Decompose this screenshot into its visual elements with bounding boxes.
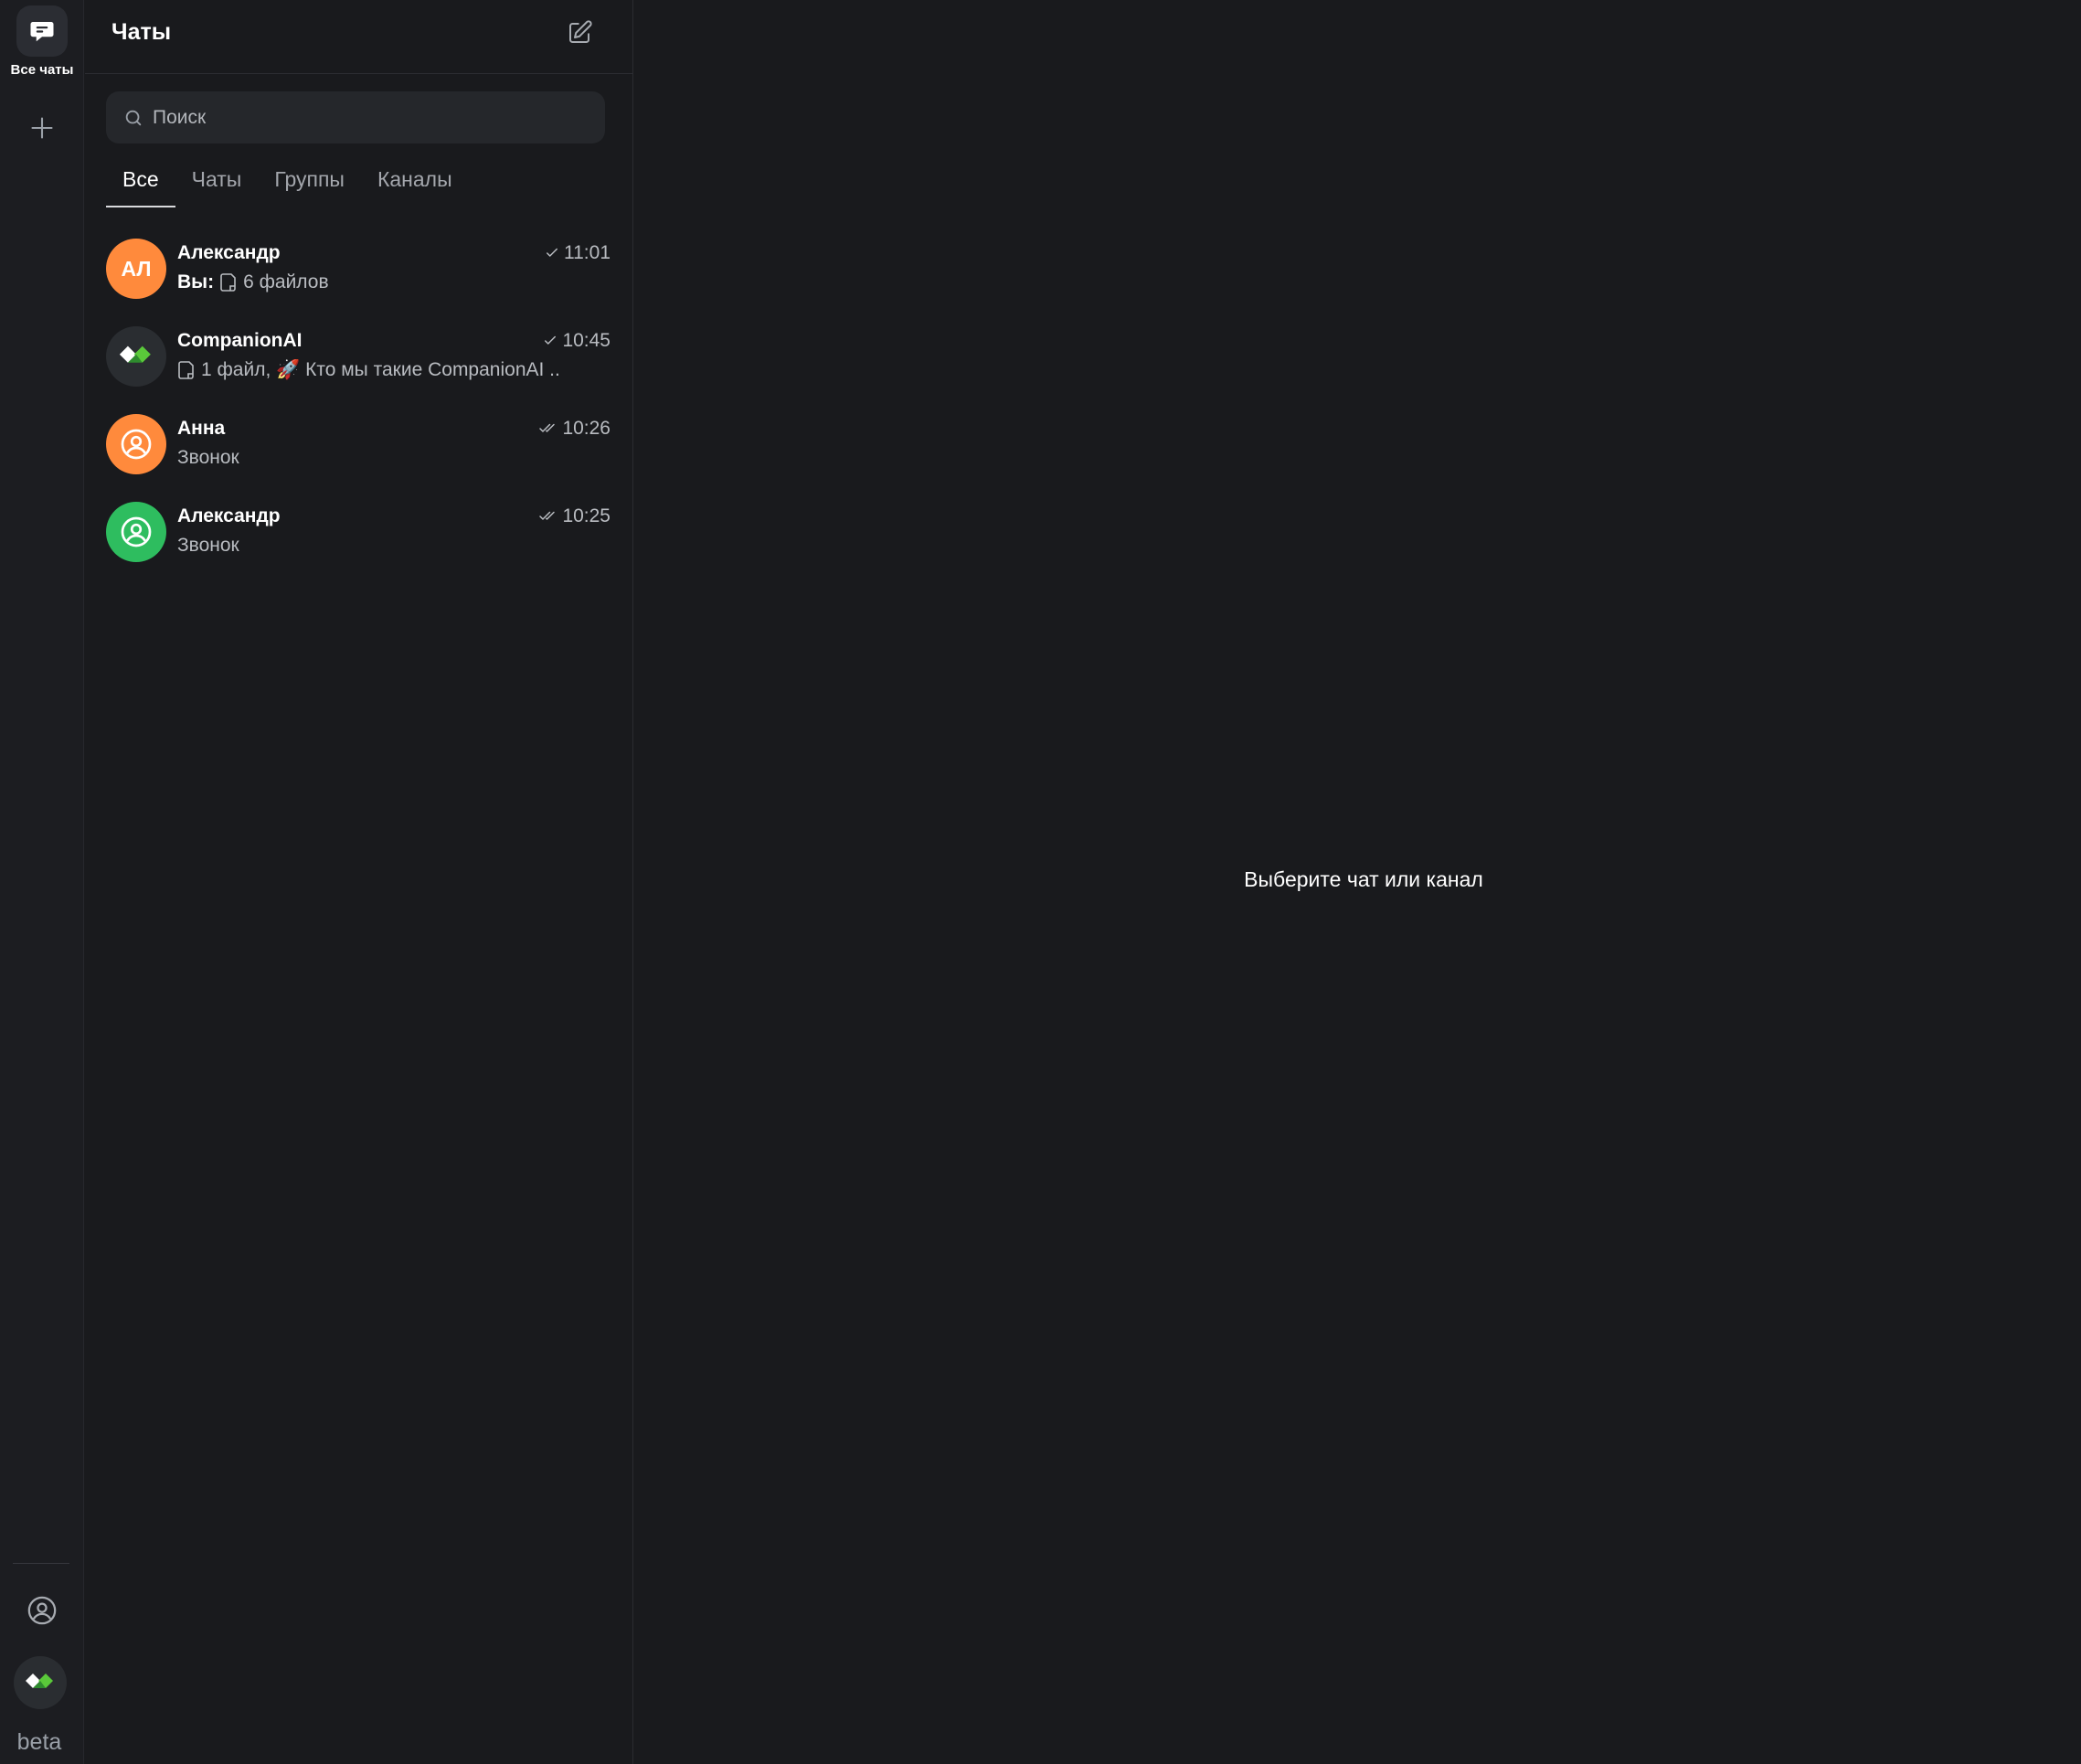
chat-name: Анна [177,418,226,439]
chat-meta: 10:45 [542,330,610,352]
chat-list: АЛ Александр 11:01 Вы: 6 файлов Companio… [85,231,633,582]
avatar [106,502,166,562]
page-title: Чаты [111,19,172,45]
chat-meta: 11:01 [544,242,610,264]
preview-text: 6 файлов [243,271,329,292]
tab-all[interactable]: Все [106,167,175,207]
avatar [106,326,166,387]
companion-logo-icon [119,345,151,363]
chat-name: Александр [177,242,281,263]
single-check-icon [545,335,557,345]
tab-groups[interactable]: Группы [258,167,361,207]
search-icon [125,110,142,125]
double-check-icon [539,423,556,432]
profile-button[interactable] [20,1589,64,1632]
chat-meta: 10:25 [538,505,610,527]
file-icon [178,361,194,379]
chat-list-item[interactable]: CompanionAI 10:45 1 файл, 🚀 Кто мы такие… [85,319,633,407]
compose-icon [569,20,592,43]
chat-list-panel: Чаты Все Чаты Группы Каналы [85,0,633,1764]
filter-tabs: Все Чаты Группы Каналы [106,167,469,207]
messenger-app: Все чаты beta Чаты Поиск Все Чаты Группы… [0,0,2081,1764]
chat-bubble-icon [16,5,68,57]
avatar [106,414,166,474]
tab-chats[interactable]: Чаты [175,167,259,207]
user-circle-icon [27,1596,57,1625]
chat-time: 10:25 [562,505,610,526]
chat-time: 10:45 [562,330,610,351]
rail-all-chats-label: Все чаты [10,62,74,78]
chat-meta: 10:26 [538,418,610,440]
double-check-icon [539,511,556,520]
compose-button[interactable] [563,16,596,49]
chat-time: 11:01 [564,242,610,263]
chat-preview: 1 файл, 🚀 Кто мы такие CompanionAI ... [177,359,561,381]
companion-logo-button[interactable] [14,1656,67,1709]
chat-list-item[interactable]: АЛ Александр 11:01 Вы: 6 файлов [85,231,633,319]
chat-name: Александр [177,505,281,526]
chat-preview: Звонок [177,447,561,469]
conversation-area: Выберите чат или канал [634,0,2081,1764]
left-rail: Все чаты beta [0,0,84,1764]
chat-list-item[interactable]: Анна 10:26 Звонок [85,407,633,494]
preview-text: 1 файл, 🚀 Кто мы такие CompanionAI ... [201,359,561,380]
file-icon [220,273,236,292]
user-placeholder-icon [121,516,152,547]
chat-preview: Звонок [177,535,561,557]
avatar: АЛ [106,239,166,299]
preview-prefix: Вы: [177,271,215,292]
add-button[interactable] [20,106,64,150]
chat-list-item[interactable]: Александр 10:25 Звонок [85,494,633,582]
companion-logo-icon [26,1674,53,1688]
preview-text: Звонок [177,535,239,556]
search-box[interactable] [106,91,605,143]
beta-label: beta [16,1729,62,1755]
chat-preview: Вы: 6 файлов [177,271,561,293]
preview-text: Звонок [177,447,239,468]
chat-name: CompanionAI [177,330,303,351]
rail-divider [13,1563,69,1564]
plus-icon [31,117,53,139]
chat-time: 10:26 [562,418,610,439]
single-check-icon [547,248,557,257]
empty-state-message: Выберите чат или канал [1244,867,1483,891]
search-input[interactable] [153,99,605,136]
rail-all-chats[interactable]: Все чаты [0,5,84,84]
user-placeholder-icon [121,429,152,460]
tab-channels[interactable]: Каналы [361,167,469,207]
panel-header: Чаты [85,0,633,74]
